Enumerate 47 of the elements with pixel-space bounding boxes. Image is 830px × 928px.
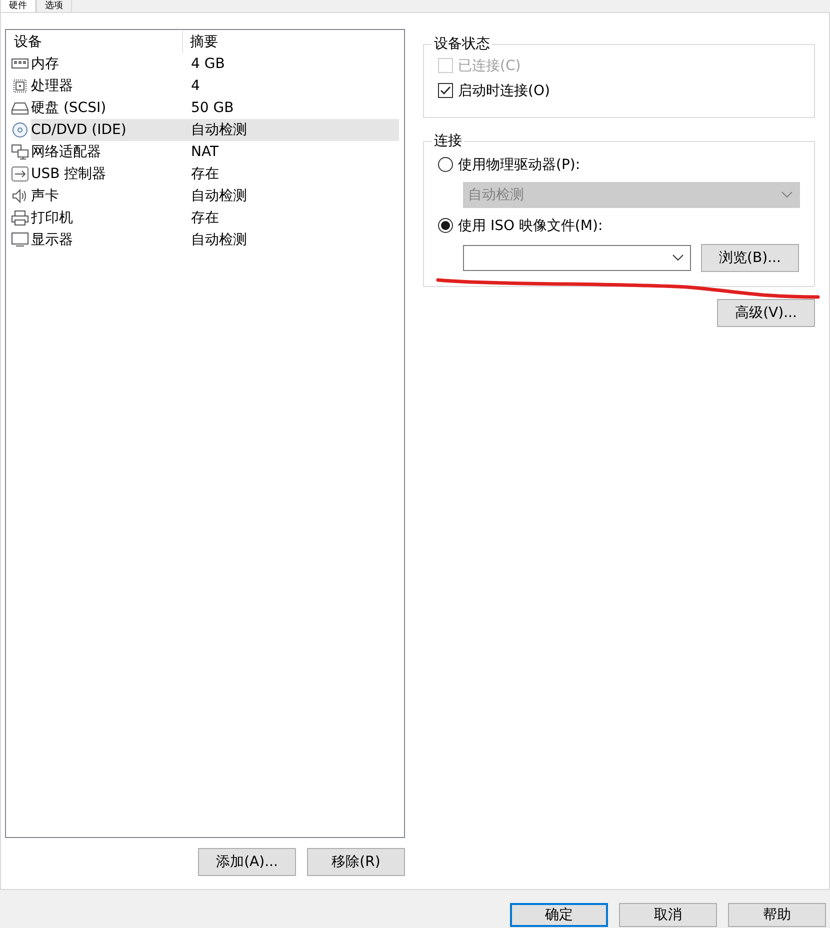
tab[interactable]: 选项 xyxy=(36,0,72,12)
device-summary: 4 GB xyxy=(190,55,226,74)
device-summary: 自动检测 xyxy=(190,187,248,206)
advanced-button[interactable]: 高级(V)... xyxy=(717,299,815,327)
list-button[interactable]: 移除(R) xyxy=(307,848,405,876)
speaker-icon xyxy=(11,188,29,204)
disc-icon xyxy=(11,122,29,138)
checkbox-label: 已连接(C) xyxy=(458,56,521,74)
radio-label: 使用 ISO 映像文件(M): xyxy=(458,216,603,234)
device-name[interactable]: USB 控制器 xyxy=(31,163,183,185)
device-name[interactable]: 内存 xyxy=(31,53,183,75)
group-title: 设备状态 xyxy=(433,35,491,53)
device-name[interactable]: 声卡 xyxy=(31,185,183,207)
device-summary: 存在 xyxy=(190,209,220,228)
device-summary: 自动检测 xyxy=(190,231,248,250)
device-summary: NAT xyxy=(190,143,220,162)
device-name[interactable]: CD/DVD (IDE) xyxy=(31,119,183,141)
radio-label: 使用物理驱动器(P): xyxy=(458,156,580,174)
device-summary: 4 xyxy=(190,77,201,96)
chevron-down-icon xyxy=(781,191,793,199)
iso-file-dropdown[interactable] xyxy=(463,245,691,271)
device-name[interactable]: 打印机 xyxy=(31,207,183,229)
cpu-icon xyxy=(11,78,29,94)
device-name[interactable]: 处理器 xyxy=(31,75,183,97)
device-name[interactable]: 网络适配器 xyxy=(31,141,183,163)
device-summary: 自动检测 xyxy=(183,119,399,141)
column-header[interactable]: 设备 xyxy=(7,31,183,53)
dialog-button[interactable]: 取消 xyxy=(619,903,717,927)
device-summary: 50 GB xyxy=(190,99,235,118)
checkbox[interactable] xyxy=(438,83,453,98)
list-button[interactable]: 添加(A)... xyxy=(198,848,296,876)
device-summary: 存在 xyxy=(190,165,220,184)
browse-button[interactable]: 浏览(B)... xyxy=(701,244,799,272)
usb-icon xyxy=(11,166,29,182)
device-name[interactable]: 硬盘 (SCSI) xyxy=(31,97,183,119)
dialog-button[interactable]: 确定 xyxy=(510,903,608,927)
group-title: 连接 xyxy=(433,132,463,150)
printer-icon xyxy=(11,210,29,226)
dialog-button[interactable]: 帮助 xyxy=(728,903,826,927)
chevron-down-icon xyxy=(672,254,684,262)
radio-button[interactable] xyxy=(438,218,453,233)
column-header[interactable]: 摘要 xyxy=(183,31,399,53)
network-icon xyxy=(11,144,29,160)
checkbox-label: 启动时连接(O) xyxy=(458,82,550,100)
monitor-icon xyxy=(11,232,29,248)
device-name[interactable]: 显示器 xyxy=(31,229,183,251)
tab[interactable]: 硬件 xyxy=(0,0,36,12)
